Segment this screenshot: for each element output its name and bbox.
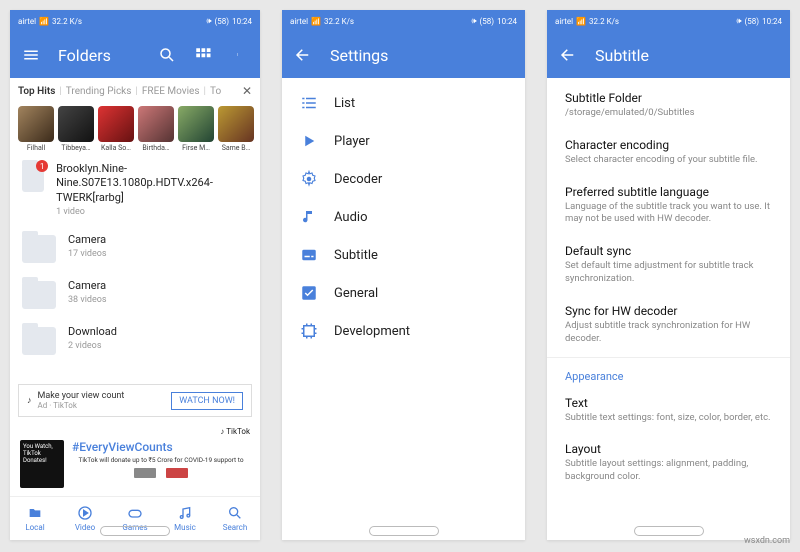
settings-item-decoder[interactable]: Decoder: [282, 160, 525, 198]
status-bar: airtel📶32.2 K/s 🕪(58)10:24: [282, 10, 525, 32]
status-bar: airtel📶32.2 K/s 🕪(58)10:24: [547, 10, 790, 32]
category-tabs[interactable]: Top Hits| Trending Picks| FREE Movies| T…: [10, 78, 260, 104]
watch-now-button[interactable]: WATCH NOW!: [171, 392, 243, 410]
thumbnails-row: Filhall Tibbeya… Kalla So… Birthda… Firs…: [10, 104, 260, 154]
check-icon: [300, 284, 318, 302]
close-icon[interactable]: ✕: [242, 84, 252, 98]
more-icon[interactable]: [230, 46, 248, 64]
pref-layout[interactable]: LayoutSubtitle layout settings: alignmen…: [547, 433, 790, 493]
folder-row[interactable]: Camera17 videos: [10, 225, 260, 271]
pref-hw-sync[interactable]: Sync for HW decoderAdjust subtitle track…: [547, 295, 790, 355]
folder-icon: [22, 235, 56, 263]
promo-tile: You Watch, TikTok Donates!: [20, 440, 64, 488]
status-bar: airtel 📶 32.2 K/s 🕪 (58) 10:24: [10, 10, 260, 32]
settings-list: List Player Decoder Audio Subtitle Gener…: [282, 78, 525, 356]
pref-text[interactable]: TextSubtitle text settings: font, size, …: [547, 387, 790, 434]
back-icon[interactable]: [294, 46, 312, 64]
settings-item-player[interactable]: Player: [282, 122, 525, 160]
menu-icon[interactable]: [22, 46, 40, 64]
list-icon: [300, 94, 318, 112]
clock: 10:24: [232, 17, 252, 26]
page-title: Settings: [330, 46, 513, 65]
tab-free-movies[interactable]: FREE Movies: [142, 86, 200, 97]
thumb-item[interactable]: Kalla So…: [98, 106, 134, 152]
tab-trending[interactable]: Trending Picks: [66, 86, 132, 97]
app-bar: Settings: [282, 32, 525, 78]
folder-icon: [22, 327, 56, 355]
folder-icon: 1: [22, 164, 44, 192]
thumb-item[interactable]: Tibbeya…: [58, 106, 94, 152]
section-appearance: Appearance: [547, 360, 790, 387]
thumb-item[interactable]: Filhall: [18, 106, 54, 152]
watermark: wsxdn.com: [744, 536, 790, 546]
new-badge: 1: [36, 160, 48, 172]
tab-top-hits[interactable]: Top Hits: [18, 86, 55, 97]
pref-subtitle-folder[interactable]: Subtitle Folder/storage/emulated/0/Subti…: [547, 82, 790, 129]
folder-icon: [22, 281, 56, 309]
folder-row[interactable]: Download2 videos: [10, 317, 260, 363]
app-bar: Folders: [10, 32, 260, 78]
pref-char-encoding[interactable]: Character encodingSelect character encod…: [547, 129, 790, 176]
home-indicator[interactable]: [100, 526, 170, 536]
home-indicator[interactable]: [369, 526, 439, 536]
folder-list: 1 Brooklyn.Nine-Nine.S07E13.1080p.HDTV.x…: [10, 154, 260, 380]
folder-row[interactable]: 1 Brooklyn.Nine-Nine.S07E13.1080p.HDTV.x…: [10, 154, 260, 225]
folder-row[interactable]: Camera38 videos: [10, 271, 260, 317]
settings-item-audio[interactable]: Audio: [282, 198, 525, 236]
screen-settings: airtel📶32.2 K/s 🕪(58)10:24 Settings List…: [282, 10, 525, 540]
grid-view-icon[interactable]: [194, 46, 212, 64]
screen-folders: airtel 📶 32.2 K/s 🕪 (58) 10:24 Folders: [10, 10, 260, 540]
settings-item-list[interactable]: List: [282, 84, 525, 122]
divider: [547, 357, 790, 358]
thumb-item[interactable]: Birthda…: [138, 106, 174, 152]
tab-more[interactable]: To: [210, 86, 221, 97]
play-icon: [300, 132, 318, 150]
ad-banner[interactable]: ♪ Make your view countAd · TikTok WATCH …: [18, 384, 252, 417]
gear-icon: [300, 170, 318, 188]
settings-item-development[interactable]: Development: [282, 312, 525, 350]
settings-item-subtitle[interactable]: Subtitle: [282, 236, 525, 274]
carrier: airtel: [18, 17, 36, 26]
back-icon[interactable]: [559, 46, 577, 64]
app-bar: Subtitle: [547, 32, 790, 78]
nav-search[interactable]: Search: [210, 497, 260, 540]
promo-logos: [72, 468, 250, 478]
nav-local[interactable]: Local: [10, 497, 60, 540]
home-indicator[interactable]: [634, 526, 704, 536]
subtitle-settings-list: Subtitle Folder/storage/emulated/0/Subti…: [547, 78, 790, 497]
subtitle-icon: [300, 246, 318, 264]
net-speed: 32.2 K/s: [52, 17, 82, 26]
page-title: Folders: [58, 46, 140, 65]
settings-item-general[interactable]: General: [282, 274, 525, 312]
pref-language[interactable]: Preferred subtitle languageLanguage of t…: [547, 176, 790, 236]
screen-subtitle: airtel📶32.2 K/s 🕪(58)10:24 Subtitle Subt…: [547, 10, 790, 540]
pref-default-sync[interactable]: Default syncSet default time adjustment …: [547, 235, 790, 295]
promo-card[interactable]: ♪ TikTok You Watch, TikTok Donates! #Eve…: [10, 421, 260, 496]
tiktok-icon: ♪: [27, 395, 32, 406]
promo-hashtag: #EveryViewCounts: [72, 440, 250, 454]
search-icon[interactable]: [158, 46, 176, 64]
thumb-item[interactable]: Firse M…: [178, 106, 214, 152]
thumb-item[interactable]: Same B…: [218, 106, 254, 152]
page-title: Subtitle: [595, 46, 778, 65]
dev-icon: [300, 322, 318, 340]
music-icon: [300, 208, 318, 226]
